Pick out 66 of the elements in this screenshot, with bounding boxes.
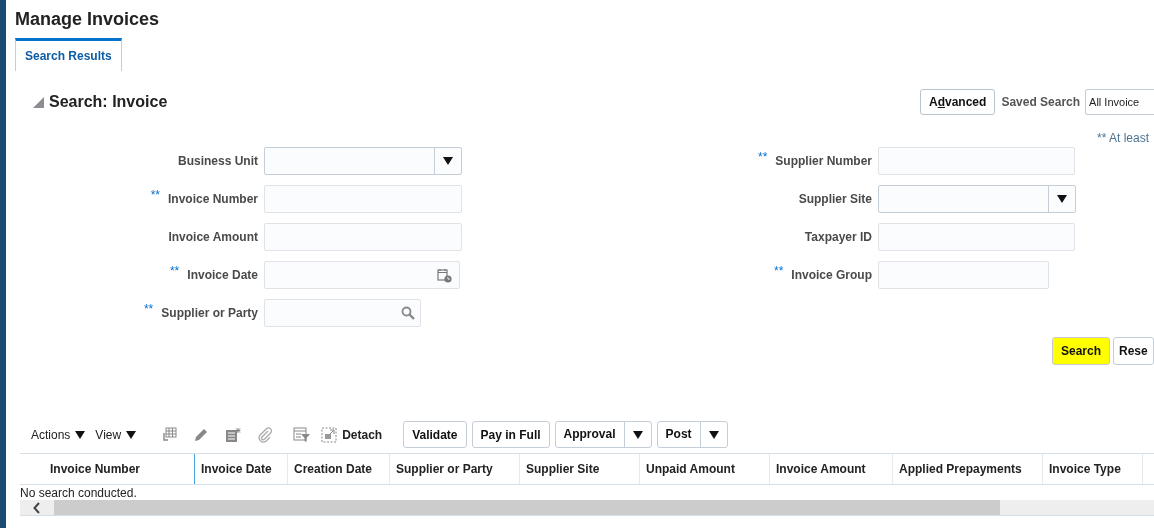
field-label: Supplier Site [798, 191, 872, 208]
input-field[interactable] [264, 185, 462, 213]
column-header[interactable]: Unpaid Amount [646, 460, 735, 478]
column-header[interactable]: Supplier Site [526, 460, 600, 478]
toolbar-button[interactable]: Validate [403, 421, 467, 448]
column-header[interactable]: Invoice Type [1049, 460, 1121, 478]
toolbar-button[interactable]: Pay in Full [471, 421, 550, 448]
scroll-left-icon[interactable] [33, 501, 41, 514]
detach-icon [321, 426, 338, 443]
caret-icon [126, 430, 137, 439]
advanced-button[interactable]: Advanced [920, 89, 996, 115]
date-field[interactable] [264, 261, 460, 289]
detach-button[interactable]: Detach [321, 425, 383, 444]
split-button[interactable]: Post [656, 421, 728, 448]
calendar-icon[interactable] [437, 267, 452, 283]
caret-icon [708, 430, 719, 439]
reset-button[interactable]: Rese [1113, 337, 1154, 365]
collapse-icon[interactable] [33, 96, 44, 108]
horizontal-scrollbar[interactable] [20, 500, 1154, 516]
caret-icon [75, 430, 86, 439]
column-header[interactable]: Invoice Date [201, 460, 272, 478]
caret-icon [1057, 195, 1067, 203]
field-label: Invoice Group [791, 267, 872, 284]
section-title: Search: Invoice [49, 92, 168, 112]
required-mark: ** [150, 187, 160, 204]
field-label: Supplier Number [775, 153, 872, 170]
column-header[interactable]: Applied Prepayments [899, 460, 1022, 478]
search-icon[interactable] [401, 306, 415, 320]
field-label: Invoice Amount [168, 229, 258, 246]
tab[interactable]: Search Results [15, 38, 122, 71]
search-button[interactable]: Search [1052, 337, 1111, 365]
dropdown-field[interactable] [878, 185, 1076, 213]
document-icon[interactable] [225, 426, 242, 443]
paperclip-icon[interactable] [257, 426, 274, 443]
freeze-icon[interactable] [161, 426, 178, 443]
field-label: Supplier or Party [161, 305, 258, 322]
field-label: Invoice Number [167, 191, 258, 208]
column-header[interactable]: Supplier or Party [396, 460, 493, 478]
column-header[interactable]: Invoice Amount [776, 460, 866, 478]
field-label: Invoice Date [187, 267, 258, 284]
menu-button[interactable]: Actions [31, 425, 86, 444]
caret-icon [632, 430, 643, 439]
input-field[interactable] [878, 261, 1049, 289]
field-label: Taxpayer ID [804, 229, 872, 246]
caret-icon [443, 157, 453, 165]
input-field[interactable] [264, 223, 462, 251]
required-mark: ** [773, 263, 784, 280]
saved-search-select[interactable]: All Invoice [1085, 89, 1154, 115]
field-label: Saved Search [1001, 94, 1081, 111]
column-header[interactable]: Invoice Number [50, 460, 141, 478]
search-field[interactable] [264, 299, 421, 327]
field-label: Business Unit [178, 153, 258, 170]
page-title: Manage Invoices [15, 8, 161, 30]
required-mark: ** [757, 149, 768, 166]
hint-text: ** At least [1097, 131, 1150, 145]
input-field[interactable] [878, 147, 1075, 175]
pencil-icon[interactable] [193, 426, 210, 443]
menu-button[interactable]: View [95, 425, 137, 444]
input-field[interactable] [878, 223, 1075, 251]
required-mark: ** [143, 301, 154, 318]
filter-icon[interactable] [293, 426, 312, 443]
split-button[interactable]: Approval [554, 421, 652, 448]
column-header[interactable]: Creation Date [294, 460, 373, 478]
empty-message: No search conducted. [20, 485, 137, 500]
dropdown-field[interactable] [264, 147, 462, 175]
required-mark: ** [169, 263, 180, 280]
